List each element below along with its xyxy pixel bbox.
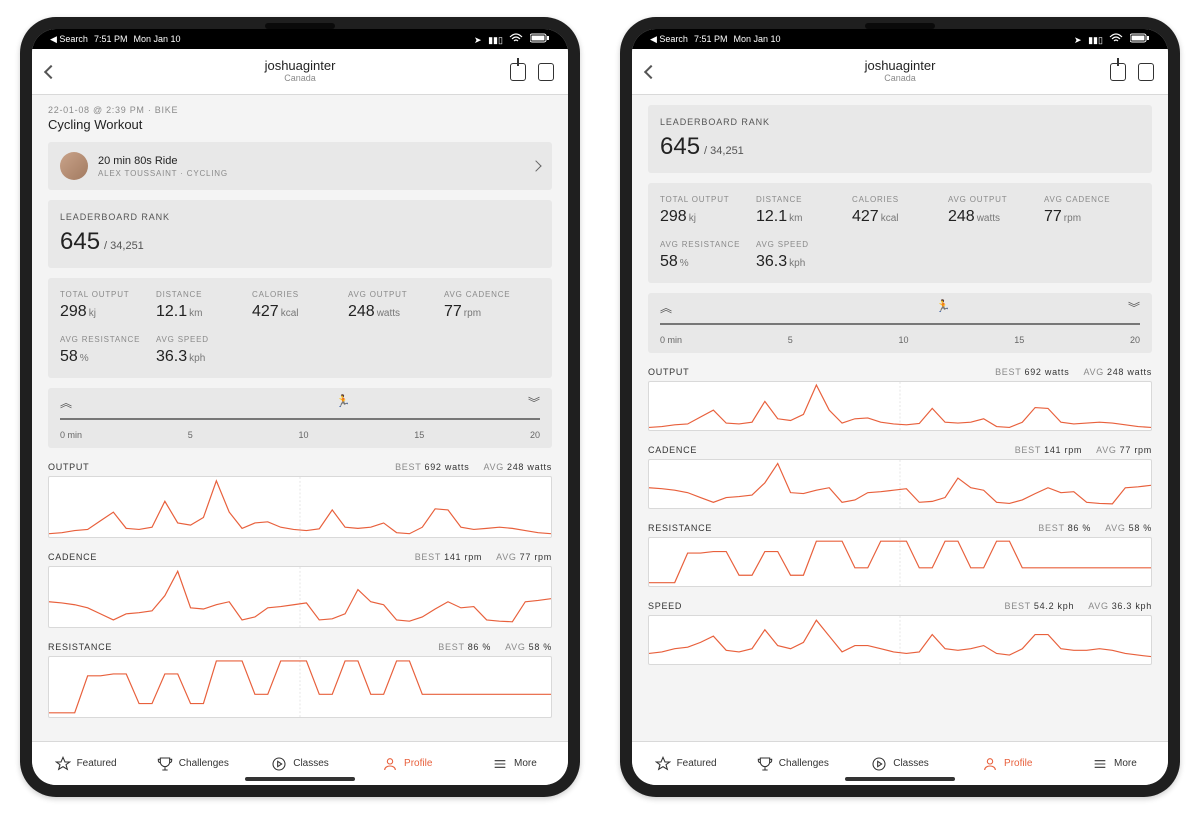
chart-speed: SPEED BEST54.2 kph AVG36.3 kph (648, 601, 1152, 665)
metrics-grid: TOTAL OUTPUT298kjDISTANCE12.1kmCALORIES4… (48, 278, 552, 378)
ipad-right: ◀ Search7:51 PMMon Jan 10 ➤ ▮▮▯ joshuagi… (620, 17, 1180, 797)
chart-output: OUTPUT BEST692 watts AVG248 watts (48, 462, 552, 538)
chart-cadence: CADENCE BEST141 rpm AVG77 rpm (48, 552, 552, 628)
back-button[interactable] (644, 64, 658, 78)
instructor-avatar (60, 152, 88, 180)
page-subtitle: Canada (265, 74, 336, 84)
metric: TOTAL OUTPUT298kj (60, 290, 156, 321)
chevron-down-icon: ︾ (528, 394, 540, 411)
chart-output: OUTPUT BEST692 watts AVG248 watts (648, 367, 1152, 431)
challenges-icon (757, 756, 773, 772)
nav-bar: joshuaginter Canada (632, 49, 1168, 95)
signal-icon: ▮▮▯ (1088, 35, 1103, 46)
ipad-left: ◀ Search7:51 PMMon Jan 10 ➤ ▮▮▯ joshuagi… (20, 17, 580, 797)
tab-challenges[interactable]: Challenges (739, 742, 846, 785)
more-icon (492, 756, 508, 772)
home-indicator[interactable] (845, 777, 955, 781)
featured-icon (55, 756, 71, 772)
running-icon: 🏃 (936, 299, 951, 316)
class-title: 20 min 80s Ride (98, 155, 228, 167)
class-row[interactable]: 20 min 80s Ride ALEX TOUSSAINT · CYCLING (48, 142, 552, 190)
tab-profile[interactable]: Profile (954, 742, 1061, 785)
share-button[interactable] (1110, 63, 1126, 81)
bookmark-button[interactable] (538, 63, 554, 81)
metric: DISTANCE12.1km (756, 195, 852, 226)
tab-featured[interactable]: Featured (32, 742, 139, 785)
timeline[interactable]: ︽ 🏃 ︾ 0 min5101520 (48, 388, 552, 448)
classes-icon (271, 756, 287, 772)
page-title: joshuaginter (265, 59, 336, 73)
metric: CALORIES427kcal (252, 290, 348, 321)
metric: AVG CADENCE77rpm (444, 290, 540, 321)
metric: AVG SPEED36.3kph (156, 335, 252, 366)
challenges-icon (157, 756, 173, 772)
back-to-search[interactable]: ◀ Search (50, 34, 88, 44)
workout-meta: 22-01-08 @ 2:39 PM · BIKE (48, 105, 552, 115)
classes-icon (871, 756, 887, 772)
location-icon: ➤ (1074, 35, 1082, 46)
tab-featured[interactable]: Featured (632, 742, 739, 785)
chevron-up-icon: ︽ (60, 394, 72, 411)
profile-icon (982, 756, 998, 772)
timeline[interactable]: ︽ 🏃 ︾ 0 min5101520 (648, 293, 1152, 353)
running-icon: 🏃 (336, 394, 351, 411)
metrics-grid: TOTAL OUTPUT298kjDISTANCE12.1kmCALORIES4… (648, 183, 1152, 283)
status-bar: ◀ Search7:51 PMMon Jan 10 ➤ ▮▮▯ (632, 29, 1168, 49)
featured-icon (655, 756, 671, 772)
chart-cadence: CADENCE BEST141 rpm AVG77 rpm (648, 445, 1152, 509)
battery-icon (1130, 33, 1150, 43)
share-button[interactable] (510, 63, 526, 81)
chevron-down-icon: ︾ (1128, 299, 1140, 316)
signal-icon: ▮▮▯ (488, 35, 503, 46)
chevron-up-icon: ︽ (660, 299, 672, 316)
wifi-icon (509, 33, 523, 43)
leaderboard-rank: LEADERBOARD RANK 645/ 34,251 (48, 200, 552, 268)
chart-resistance: RESISTANCE BEST86 % AVG58 % (648, 523, 1152, 587)
status-bar: ◀ Search7:51 PMMon Jan 10 ➤ ▮▮▯ (32, 29, 568, 49)
tab-profile[interactable]: Profile (354, 742, 461, 785)
metric: AVG RESISTANCE58% (60, 335, 156, 366)
chart-resistance: RESISTANCE BEST86 % AVG58 % (48, 642, 552, 718)
back-to-search[interactable]: ◀ Search (650, 34, 688, 44)
page-title: joshuaginter (865, 59, 936, 73)
metric: TOTAL OUTPUT298kj (660, 195, 756, 226)
metric: AVG RESISTANCE58% (660, 240, 756, 271)
metric: AVG OUTPUT248watts (348, 290, 444, 321)
metric: AVG CADENCE77rpm (1044, 195, 1140, 226)
more-icon (1092, 756, 1108, 772)
tab-more[interactable]: More (461, 742, 568, 785)
wifi-icon (1109, 33, 1123, 43)
tab-challenges[interactable]: Challenges (139, 742, 246, 785)
metric: CALORIES427kcal (852, 195, 948, 226)
class-subtitle: ALEX TOUSSAINT · CYCLING (98, 169, 228, 178)
page-subtitle: Canada (865, 74, 936, 84)
home-indicator[interactable] (245, 777, 355, 781)
nav-bar: joshuaginter Canada (32, 49, 568, 95)
bookmark-button[interactable] (1138, 63, 1154, 81)
battery-icon (530, 33, 550, 43)
back-button[interactable] (44, 64, 58, 78)
chevron-right-icon (530, 160, 541, 171)
leaderboard-rank: LEADERBOARD RANK 645/ 34,251 (648, 105, 1152, 173)
tab-more[interactable]: More (1061, 742, 1168, 785)
metric: AVG OUTPUT248watts (948, 195, 1044, 226)
profile-icon (382, 756, 398, 772)
location-icon: ➤ (474, 35, 482, 46)
metric: DISTANCE12.1km (156, 290, 252, 321)
workout-title: Cycling Workout (48, 117, 552, 132)
metric: AVG SPEED36.3kph (756, 240, 852, 271)
